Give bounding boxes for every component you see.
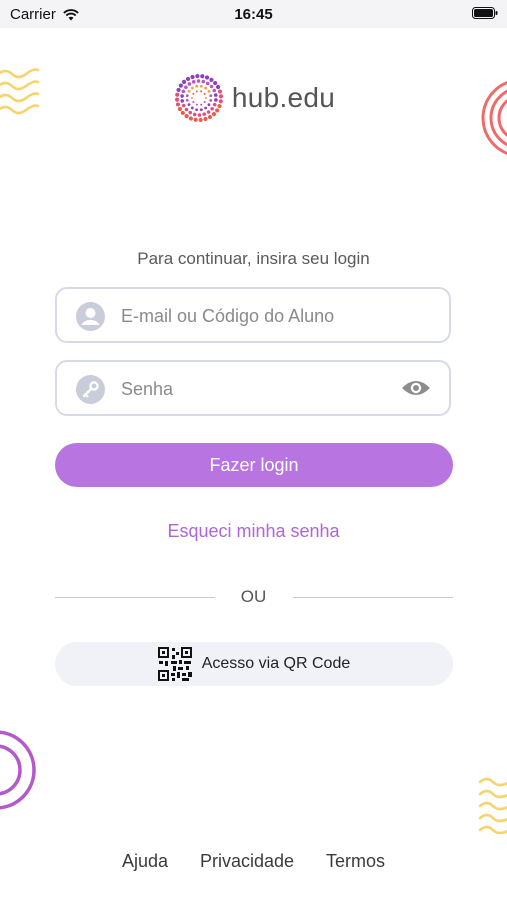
qr-code-label: Acesso via QR Code <box>201 655 351 672</box>
status-bar: Carrier 16:45 <box>0 0 507 28</box>
battery-icon <box>472 7 498 19</box>
forgot-password-link[interactable]: Esqueci minha senha <box>0 521 507 542</box>
qr-code-icon <box>157 647 192 681</box>
eye-icon[interactable] <box>401 378 431 398</box>
purple-rings-decoration <box>0 730 36 810</box>
divider-right <box>293 597 453 598</box>
yellow-wave-decoration-bottom <box>478 777 507 834</box>
password-input[interactable] <box>119 362 393 416</box>
email-field[interactable] <box>55 287 451 343</box>
user-icon <box>76 302 105 331</box>
status-time: 16:45 <box>234 6 273 23</box>
terms-link[interactable]: Termos <box>326 851 385 873</box>
login-button[interactable]: Fazer login <box>55 443 453 487</box>
password-field[interactable] <box>55 360 451 416</box>
brand-name: hub.edu <box>231 82 336 113</box>
brand-logo: hub.edu <box>0 70 507 126</box>
login-button-label: Fazer login <box>209 454 299 475</box>
email-input[interactable] <box>119 289 393 343</box>
qr-code-login-button[interactable]: Acesso via QR Code <box>55 642 453 686</box>
help-link[interactable]: Ajuda <box>122 851 168 873</box>
key-icon <box>76 375 105 404</box>
dotted-sunburst-logo-icon <box>174 73 223 123</box>
footer-links: Ajuda Privacidade Termos <box>0 851 507 873</box>
privacy-link[interactable]: Privacidade <box>200 851 294 873</box>
login-prompt: Para continuar, insira seu login <box>137 249 370 268</box>
